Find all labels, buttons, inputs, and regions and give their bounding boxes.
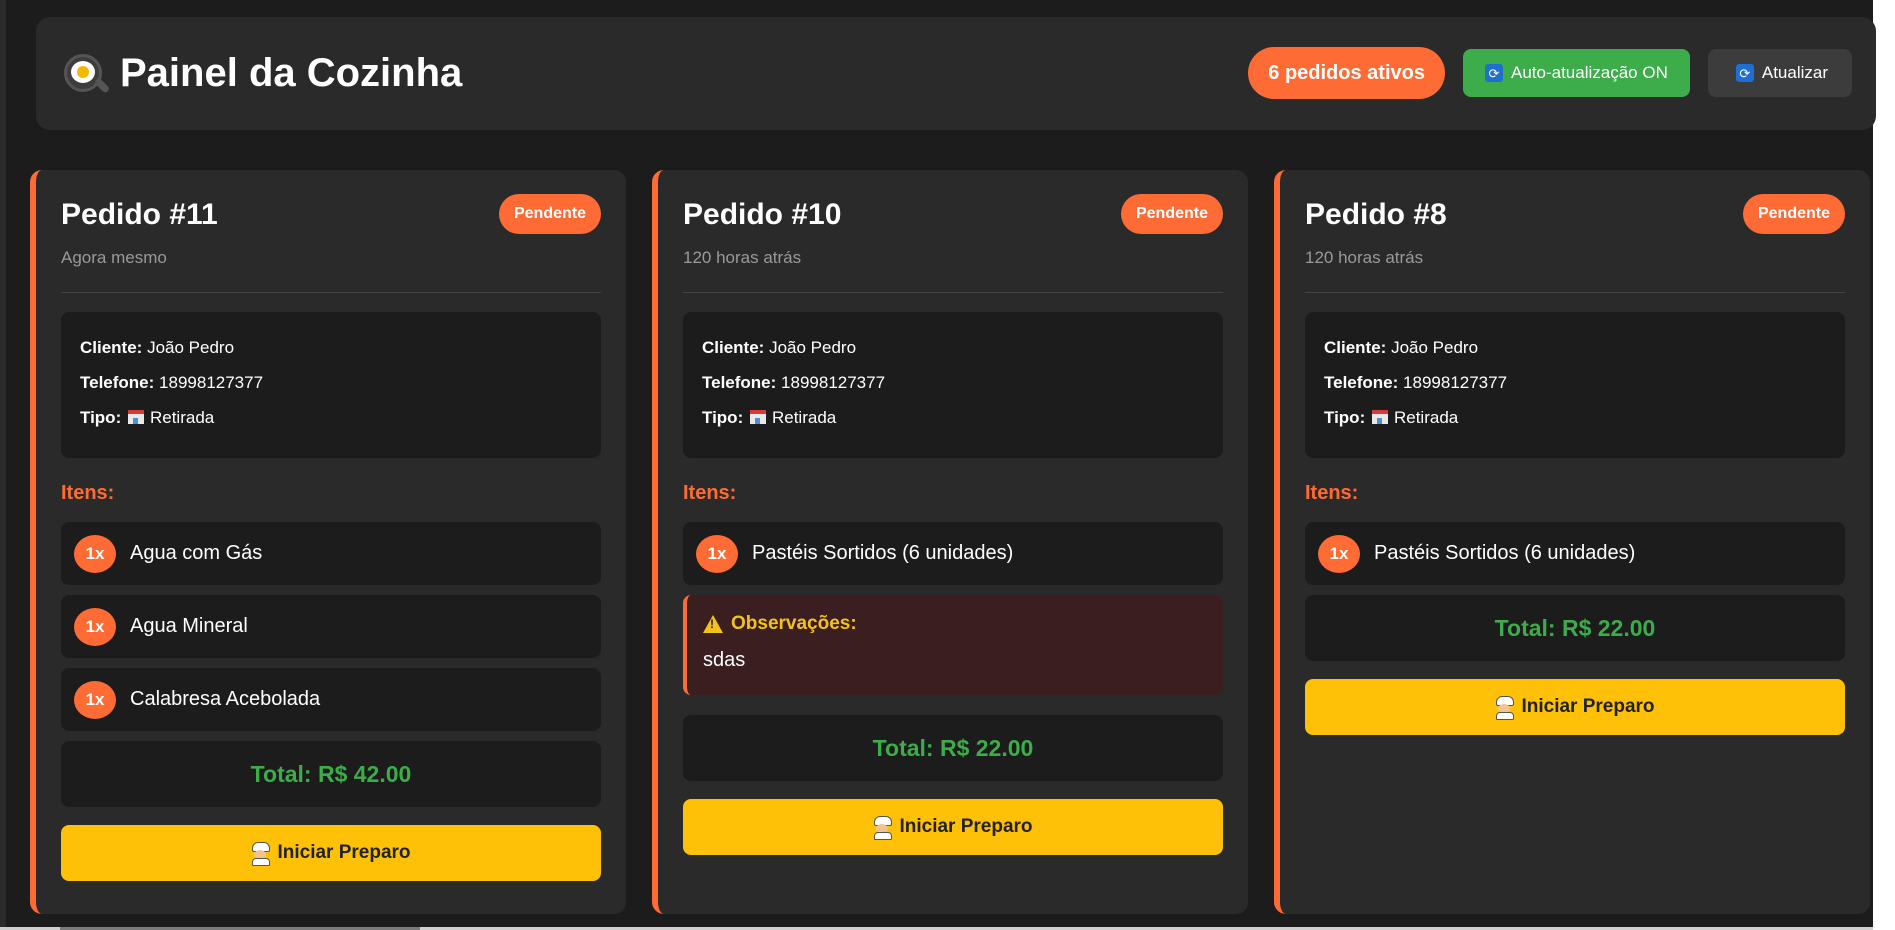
order-total: Total: R$ 22.00 <box>1305 595 1845 661</box>
store-icon <box>1371 410 1388 424</box>
order-time: Agora mesmo <box>61 248 167 267</box>
type-value: Retirada <box>149 408 215 427</box>
start-preparation-label: Iniciar Preparo <box>899 816 1033 837</box>
item-name: Pastéis Sortidos (6 unidades) <box>1374 542 1636 564</box>
quantity-badge: 1x <box>1318 534 1360 573</box>
order-card-header: Pedido #8 120 horas atrás Pendente <box>1305 194 1845 293</box>
type-line: Tipo: Retirada <box>80 408 582 443</box>
list-item: 1x Agua Mineral <box>61 595 601 658</box>
order-title: Pedido #11 <box>61 198 218 231</box>
order-total: Total: R$ 22.00 <box>683 715 1223 781</box>
quantity-badge: 1x <box>74 534 116 573</box>
type-value: Retirada <box>1393 408 1459 427</box>
status-badge: Pendente <box>498 194 601 234</box>
customer-info: Cliente: João Pedro Telefone: 1899812737… <box>61 312 601 458</box>
start-preparation-label: Iniciar Preparo <box>1521 696 1655 717</box>
quantity-badge: 1x <box>696 534 738 573</box>
client-value: João Pedro <box>1391 338 1479 357</box>
auto-refresh-button[interactable]: ⟳ Auto-atualização ON <box>1462 49 1690 97</box>
order-card: Pedido #8 120 horas atrás Pendente Clien… <box>1274 170 1870 914</box>
phone-line: Telefone: 18998127377 <box>1324 373 1826 408</box>
order-time: 120 horas atrás <box>683 248 802 267</box>
list-item: 1x Pastéis Sortidos (6 unidades) <box>1305 522 1845 585</box>
client-value: João Pedro <box>147 338 235 357</box>
cook-icon <box>1495 696 1515 720</box>
items-list: 1x Agua com Gás 1x Agua Mineral 1x Calab… <box>61 522 601 881</box>
store-icon <box>749 410 766 424</box>
order-card-header: Pedido #10 120 horas atrás Pendente <box>683 194 1223 293</box>
type-line: Tipo: Retirada <box>702 408 1204 443</box>
type-label: Tipo: <box>1324 408 1366 427</box>
warning-icon <box>703 615 723 633</box>
header-actions: 6 pedidos ativos ⟳ Auto-atualização ON ⟳… <box>1248 47 1852 99</box>
phone-value: 18998127377 <box>159 373 264 392</box>
phone-line: Telefone: 18998127377 <box>80 373 582 408</box>
start-preparation-button[interactable]: Iniciar Preparo <box>1305 679 1845 735</box>
type-line: Tipo: Retirada <box>1324 408 1826 443</box>
order-title: Pedido #8 <box>1305 198 1447 231</box>
quantity-badge: 1x <box>74 680 116 719</box>
items-label: Itens: <box>1305 482 1359 504</box>
store-icon <box>127 410 144 424</box>
customer-info: Cliente: João Pedro Telefone: 1899812737… <box>1305 312 1845 458</box>
type-value: Retirada <box>771 408 837 427</box>
items-label: Itens: <box>61 482 115 504</box>
start-preparation-label: Iniciar Preparo <box>277 842 411 863</box>
customer-info: Cliente: João Pedro Telefone: 1899812737… <box>683 312 1223 458</box>
phone-value: 18998127377 <box>1403 373 1508 392</box>
phone-label: Telefone: <box>1324 373 1399 392</box>
phone-line: Telefone: 18998127377 <box>702 373 1204 408</box>
observations-label: Observações: <box>731 613 857 634</box>
client-value: João Pedro <box>769 338 857 357</box>
observations-box: Observações: sdas <box>683 595 1223 695</box>
items-label: Itens: <box>683 482 737 504</box>
observations-text: sdas <box>703 649 746 671</box>
list-item: 1x Agua com Gás <box>61 522 601 585</box>
active-orders-badge: 6 pedidos ativos <box>1248 47 1445 99</box>
client-label: Cliente: <box>80 338 143 357</box>
order-title: Pedido #10 <box>683 198 842 231</box>
start-preparation-button[interactable]: Iniciar Preparo <box>61 825 601 881</box>
phone-value: 18998127377 <box>781 373 886 392</box>
refresh-label: Atualizar <box>1761 63 1828 82</box>
refresh-button[interactable]: ⟳ Atualizar <box>1707 49 1852 97</box>
observations-title: Observações: <box>703 613 1207 635</box>
cook-icon <box>251 842 271 866</box>
item-name: Agua Mineral <box>130 615 248 637</box>
auto-refresh-label: Auto-atualização ON <box>1510 63 1668 82</box>
client-label: Cliente: <box>702 338 765 357</box>
item-name: Calabresa Acebolada <box>130 688 321 710</box>
items-list: 1x Pastéis Sortidos (6 unidades) Total: … <box>1305 522 1845 735</box>
page-title-text: Painel da Cozinha <box>120 51 463 95</box>
list-item: 1x Pastéis Sortidos (6 unidades) <box>683 522 1223 585</box>
refresh-icon: ⟳ <box>1735 64 1754 82</box>
order-time: 120 horas atrás <box>1305 248 1424 267</box>
phone-label: Telefone: <box>80 373 155 392</box>
type-label: Tipo: <box>702 408 744 427</box>
quantity-badge: 1x <box>74 607 116 646</box>
client-label: Cliente: <box>1324 338 1387 357</box>
refresh-icon: ⟳ <box>1484 64 1503 82</box>
order-card-header: Pedido #11 Agora mesmo Pendente <box>61 194 601 293</box>
list-item: 1x Calabresa Acebolada <box>61 668 601 731</box>
status-badge: Pendente <box>1120 194 1223 234</box>
client-line: Cliente: João Pedro <box>702 338 1204 373</box>
status-badge: Pendente <box>1742 194 1845 234</box>
order-card: Pedido #11 Agora mesmo Pendente Cliente:… <box>30 170 626 914</box>
kitchen-panel: Painel da Cozinha 6 pedidos ativos ⟳ Aut… <box>0 0 1876 927</box>
client-line: Cliente: João Pedro <box>1324 338 1826 373</box>
phone-label: Telefone: <box>702 373 777 392</box>
items-list: 1x Pastéis Sortidos (6 unidades) Observa… <box>683 522 1223 855</box>
type-label: Tipo: <box>80 408 122 427</box>
order-total: Total: R$ 42.00 <box>61 741 601 807</box>
frying-pan-icon <box>64 52 111 96</box>
page-title: Painel da Cozinha <box>64 51 462 96</box>
header: Painel da Cozinha 6 pedidos ativos ⟳ Aut… <box>36 17 1876 130</box>
start-preparation-button[interactable]: Iniciar Preparo <box>683 799 1223 855</box>
client-line: Cliente: João Pedro <box>80 338 582 373</box>
item-name: Agua com Gás <box>130 542 263 564</box>
order-card: Pedido #10 120 horas atrás Pendente Clie… <box>652 170 1248 914</box>
cook-icon <box>873 816 893 840</box>
item-name: Pastéis Sortidos (6 unidades) <box>752 542 1014 564</box>
